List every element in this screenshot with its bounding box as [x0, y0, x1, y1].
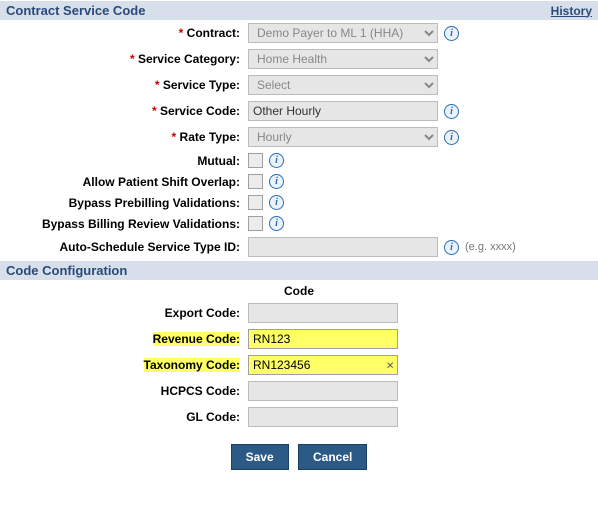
info-icon[interactable]: i: [444, 130, 459, 145]
section-header-code-configuration: Code Configuration: [0, 260, 598, 280]
section-header-contract-service-code: Contract Service Code History: [0, 0, 598, 20]
gl-code-input: [248, 407, 398, 427]
label-revenue-code: Revenue Code:: [0, 326, 244, 352]
hcpcs-code-input: [248, 381, 398, 401]
service-category-select: Home Health: [248, 49, 438, 69]
label-taxonomy-code: Taxonomy Code:: [0, 352, 244, 378]
history-link[interactable]: History: [551, 4, 592, 18]
cancel-button[interactable]: Cancel: [298, 444, 367, 470]
section-title-contract: Contract Service Code: [6, 3, 145, 18]
code-subheader: Code: [0, 280, 598, 300]
label-allow-overlap: Allow Patient Shift Overlap:: [0, 171, 244, 192]
info-icon[interactable]: i: [269, 153, 284, 168]
contract-select: Demo Payer to ML 1 (HHA): [248, 23, 438, 43]
info-icon[interactable]: i: [444, 26, 459, 41]
label-service-code: * Service Code:: [0, 98, 244, 124]
export-code-input: [248, 303, 398, 323]
info-icon[interactable]: i: [269, 195, 284, 210]
auto-schedule-id-input: [248, 237, 438, 257]
save-button[interactable]: Save: [231, 444, 289, 470]
label-mutual: Mutual:: [0, 150, 244, 171]
label-service-category: * Service Category:: [0, 46, 244, 72]
label-rate-type: * Rate Type:: [0, 124, 244, 150]
info-icon[interactable]: i: [269, 216, 284, 231]
auto-schedule-id-hint: (e.g. xxxx): [465, 241, 516, 253]
label-auto-schedule-id: Auto-Schedule Service Type ID:: [0, 234, 244, 260]
bypass-billing-review-checkbox[interactable]: [248, 216, 263, 231]
revenue-code-input[interactable]: [248, 329, 398, 349]
rate-type-select: Hourly: [248, 127, 438, 147]
section-title-codeconfig: Code Configuration: [6, 263, 127, 278]
taxonomy-code-input[interactable]: [248, 355, 398, 375]
service-code-input: [248, 101, 438, 121]
info-icon[interactable]: i: [269, 174, 284, 189]
label-bypass-billing-review: Bypass Billing Review Validations:: [0, 213, 244, 234]
clear-icon[interactable]: ×: [386, 358, 394, 373]
service-type-select: Select: [248, 75, 438, 95]
label-export-code: Export Code:: [0, 300, 244, 326]
label-gl-code: GL Code:: [0, 404, 244, 430]
label-bypass-prebilling: Bypass Prebilling Validations:: [0, 192, 244, 213]
allow-overlap-checkbox[interactable]: [248, 174, 263, 189]
info-icon[interactable]: i: [444, 240, 459, 255]
label-service-type: * Service Type:: [0, 72, 244, 98]
mutual-checkbox[interactable]: [248, 153, 263, 168]
label-contract: * Contract:: [0, 20, 244, 46]
label-hcpcs-code: HCPCS Code:: [0, 378, 244, 404]
bypass-prebilling-checkbox[interactable]: [248, 195, 263, 210]
info-icon[interactable]: i: [444, 104, 459, 119]
